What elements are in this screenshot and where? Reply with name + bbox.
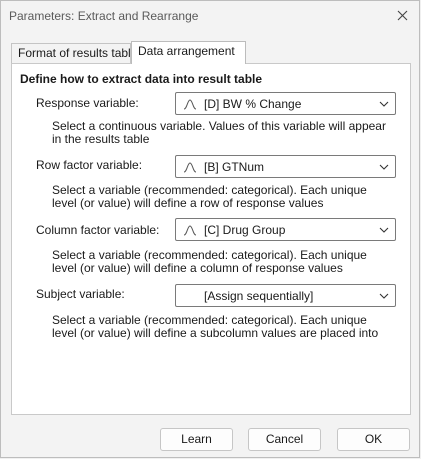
tab-format-of-results-table[interactable]: Format of results table <box>11 43 137 63</box>
tab-data-arrangement[interactable]: Data arrangement <box>131 41 246 64</box>
response-variable-value: [D] BW % Change <box>204 97 302 111</box>
subject-variable-value: [Assign sequentially] <box>204 289 314 303</box>
close-icon <box>397 10 407 20</box>
panel-heading: Define how to extract data into result t… <box>20 72 263 86</box>
column-factor-variable-label: Column factor variable: <box>36 223 160 237</box>
column-factor-variable-help: Select a variable (recommended: categori… <box>52 248 367 275</box>
chevron-down-icon <box>379 293 389 299</box>
distribution-icon <box>183 225 197 236</box>
title-bar: Parameters: Extract and Rearrange <box>1 1 419 31</box>
chevron-down-icon <box>379 101 389 107</box>
subject-variable-label: Subject variable: <box>36 287 125 301</box>
learn-button[interactable]: Learn <box>160 428 233 451</box>
subject-variable-help: Select a variable (recommended: categori… <box>52 313 379 340</box>
column-factor-variable-select[interactable]: [C] Drug Group <box>175 218 396 241</box>
data-arrangement-panel: Define how to extract data into result t… <box>11 63 411 415</box>
subject-variable-select[interactable]: [Assign sequentially] <box>175 284 396 307</box>
response-variable-label: Response variable: <box>36 96 139 110</box>
row-factor-variable-label: Row factor variable: <box>36 158 143 172</box>
parameters-dialog: Parameters: Extract and Rearrange Format… <box>0 0 420 458</box>
ok-button[interactable]: OK <box>337 428 410 451</box>
row-factor-variable-help: Select a variable (recommended: categori… <box>52 183 367 210</box>
row-factor-variable-value: [B] GTNum <box>204 160 265 174</box>
window-title: Parameters: Extract and Rearrange <box>9 9 199 23</box>
distribution-icon <box>183 162 197 173</box>
distribution-icon <box>183 99 197 110</box>
response-variable-select[interactable]: [D] BW % Change <box>175 92 396 115</box>
response-variable-help: Select a continuous variable. Values of … <box>52 119 386 146</box>
column-factor-variable-value: [C] Drug Group <box>204 223 286 237</box>
chevron-down-icon <box>379 227 389 233</box>
row-factor-variable-select[interactable]: [B] GTNum <box>175 155 396 178</box>
chevron-down-icon <box>379 164 389 170</box>
close-button[interactable] <box>387 1 417 29</box>
cancel-button[interactable]: Cancel <box>248 428 321 451</box>
